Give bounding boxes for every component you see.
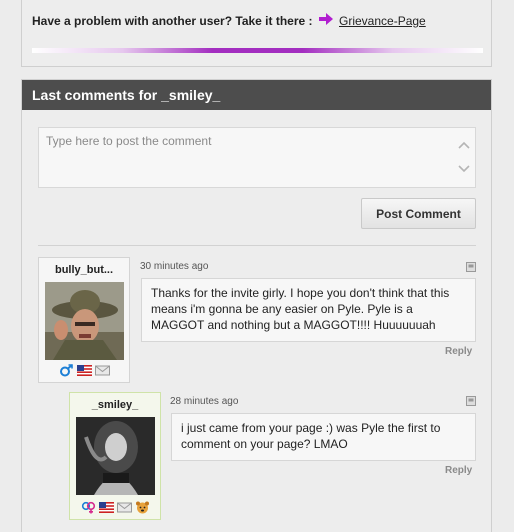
commenter-icons — [39, 364, 129, 378]
commenter-username[interactable]: _smiley_ — [70, 399, 160, 411]
reply-link[interactable]: Reply — [445, 346, 472, 357]
post-comment-button[interactable]: Post Comment — [361, 198, 476, 229]
comments-divider — [38, 245, 476, 246]
commenter-card: _smiley_ — [69, 392, 161, 520]
comment-timestamp: 30 minutes ago — [140, 261, 209, 272]
avatar[interactable] — [45, 282, 124, 360]
comment-timestamp: 28 minutes ago — [170, 396, 239, 407]
male-gender-icon — [59, 364, 73, 377]
message-envelope-icon[interactable] — [94, 364, 110, 377]
grievance-notice-text: Have a problem with another user? Take i… — [32, 14, 313, 28]
comment-input[interactable] — [38, 127, 476, 188]
commenter-card: bully_but... — [38, 257, 130, 383]
us-flag-icon — [98, 502, 114, 513]
comments-panel: Last comments for _smiley_ Post Comment … — [21, 79, 492, 532]
message-envelope-icon[interactable] — [116, 501, 132, 514]
comment-text: Thanks for the invite girly. I hope you … — [141, 278, 476, 342]
badge-animal-icon — [135, 501, 149, 514]
reply-link[interactable]: Reply — [445, 465, 472, 476]
report-flag-icon[interactable] — [466, 262, 476, 272]
us-flag-icon — [76, 365, 92, 376]
comments-panel-title: Last comments for _smiley_ — [32, 87, 221, 103]
notice-divider — [32, 48, 483, 53]
commenter-icons — [70, 501, 160, 515]
comment-text: i just came from your page :) was Pyle t… — [171, 413, 476, 461]
commenter-username[interactable]: bully_but... — [39, 264, 129, 276]
arrow-right-icon — [319, 13, 333, 25]
couple-gender-icon — [81, 501, 95, 514]
comments-panel-header: Last comments for _smiley_ — [22, 80, 491, 110]
scroll-down-icon[interactable] — [458, 164, 470, 174]
avatar[interactable] — [76, 417, 155, 495]
grievance-notice: Have a problem with another user? Take i… — [21, 0, 492, 67]
report-flag-icon[interactable] — [466, 396, 476, 406]
grievance-page-link[interactable]: Grievance-Page — [339, 14, 426, 28]
profile-comments-page: Have a problem with another user? Take i… — [0, 0, 514, 532]
scroll-up-icon[interactable] — [458, 140, 470, 150]
